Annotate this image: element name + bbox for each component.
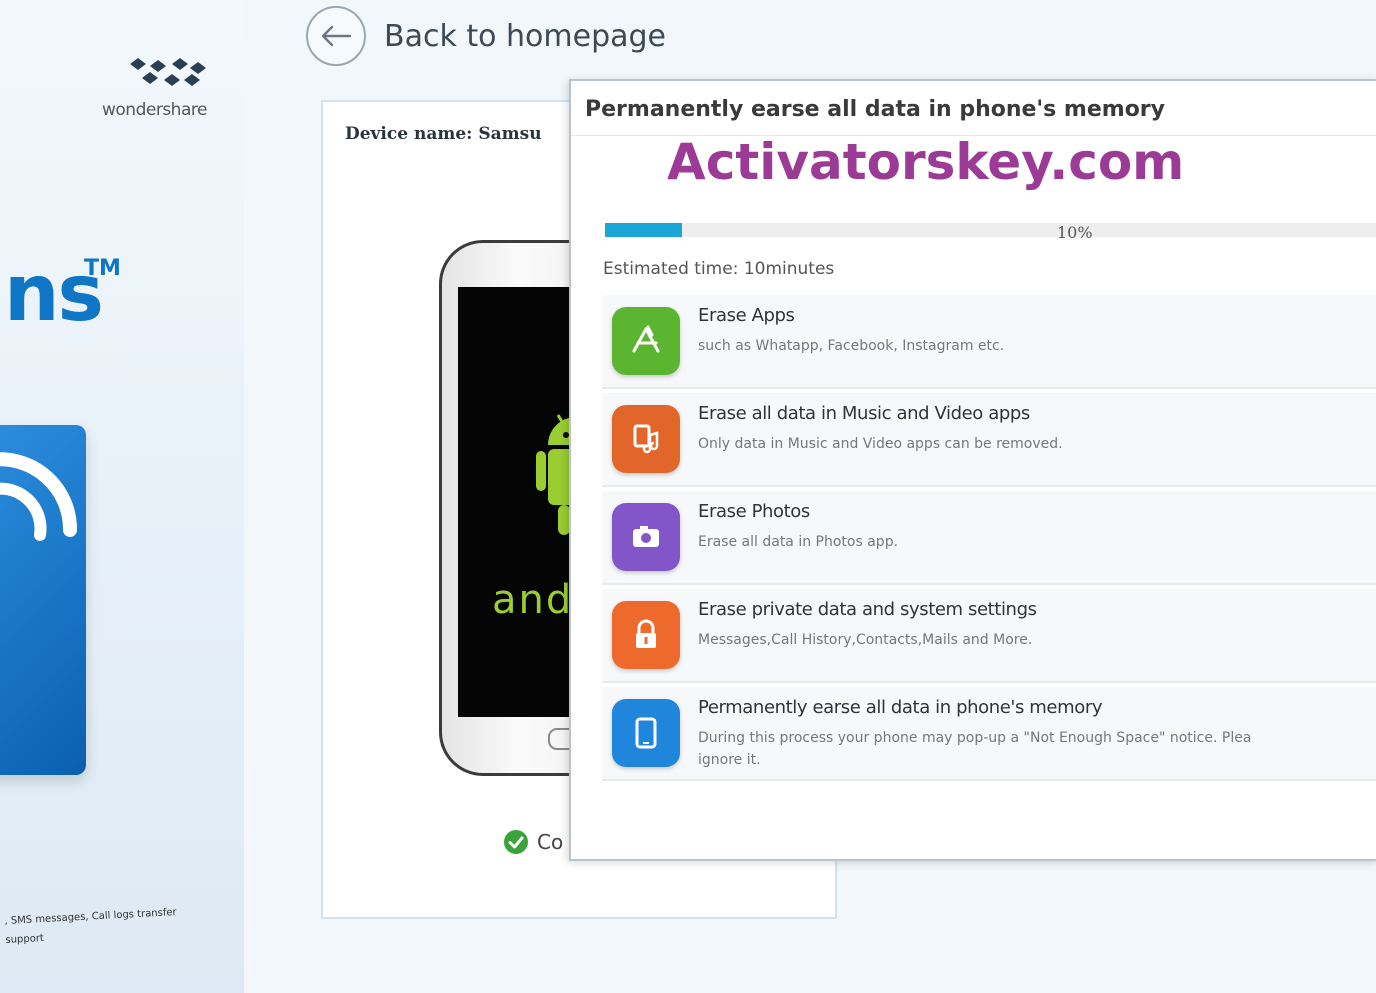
- back-label[interactable]: Back to homepage: [384, 19, 666, 54]
- task-title: Erase all data in Music and Video apps: [698, 403, 1030, 424]
- brand-name: wondershare: [102, 100, 207, 120]
- back-arrow-icon[interactable]: [306, 6, 366, 66]
- lock-icon: [612, 601, 680, 669]
- task-title: Erase Photos: [698, 501, 810, 522]
- task-description: Messages,Call History,Contacts,Mails and…: [698, 632, 1033, 648]
- phone-icon: [612, 699, 680, 767]
- watermark-text: Activatorskey.com: [667, 133, 1185, 191]
- device-name-label: Device name: Samsu: [345, 124, 542, 144]
- appstore-icon: [612, 307, 680, 375]
- erase-task-list: Erase Apps such as Whatapp, Facebook, In…: [602, 295, 1376, 785]
- task-title: Permanently earse all data in phone's me…: [698, 697, 1103, 718]
- progress-percent: 10%: [1057, 223, 1093, 242]
- task-description-line: ignore it.: [698, 752, 761, 768]
- estimated-time: Estimated time: 10minutes: [603, 259, 835, 279]
- back-to-homepage-button[interactable]: Back to homepage: [306, 6, 666, 66]
- task-erase-music-video[interactable]: Erase all data in Music and Video apps O…: [602, 393, 1376, 487]
- camera-icon: [612, 503, 680, 571]
- product-box-art: wondershare ns TM , SMS messages, Call l…: [0, 0, 245, 993]
- trademark-mark: TM: [84, 256, 121, 281]
- task-description: Only data in Music and Video apps can be…: [698, 436, 1063, 452]
- music-video-icon: [612, 405, 680, 473]
- task-description: Erase all data in Photos app.: [698, 534, 899, 550]
- task-erase-apps[interactable]: Erase Apps such as Whatapp, Facebook, In…: [602, 295, 1376, 389]
- progress-bar: [605, 223, 1376, 237]
- task-title: Erase Apps: [698, 305, 795, 326]
- task-erase-photos[interactable]: Erase Photos Erase all data in Photos ap…: [602, 491, 1376, 585]
- task-description: such as Whatapp, Facebook, Instagram etc…: [698, 338, 1005, 354]
- product-tagline: , SMS messages, Call logs transfer suppo…: [4, 900, 226, 949]
- task-description: During this process your phone may pop-u…: [698, 727, 1376, 771]
- connection-status: Co: [503, 829, 563, 855]
- android-wordmark: and: [492, 577, 574, 623]
- wondershare-logo-icon: [130, 58, 206, 86]
- progress-fill: [605, 223, 683, 237]
- task-erase-phone-memory[interactable]: Permanently earse all data in phone's me…: [602, 687, 1376, 781]
- dialog-title: Permanently earse all data in phone's me…: [585, 97, 1165, 122]
- task-erase-private-data[interactable]: Erase private data and system settings M…: [602, 589, 1376, 683]
- task-title: Erase private data and system settings: [698, 599, 1037, 620]
- erase-dialog: Permanently earse all data in phone's me…: [569, 79, 1376, 861]
- check-circle-icon: [504, 830, 528, 854]
- signal-waves-icon: [0, 452, 78, 541]
- connection-status-label: Co: [537, 830, 564, 854]
- task-description-line: During this process your phone may pop-u…: [698, 730, 1252, 746]
